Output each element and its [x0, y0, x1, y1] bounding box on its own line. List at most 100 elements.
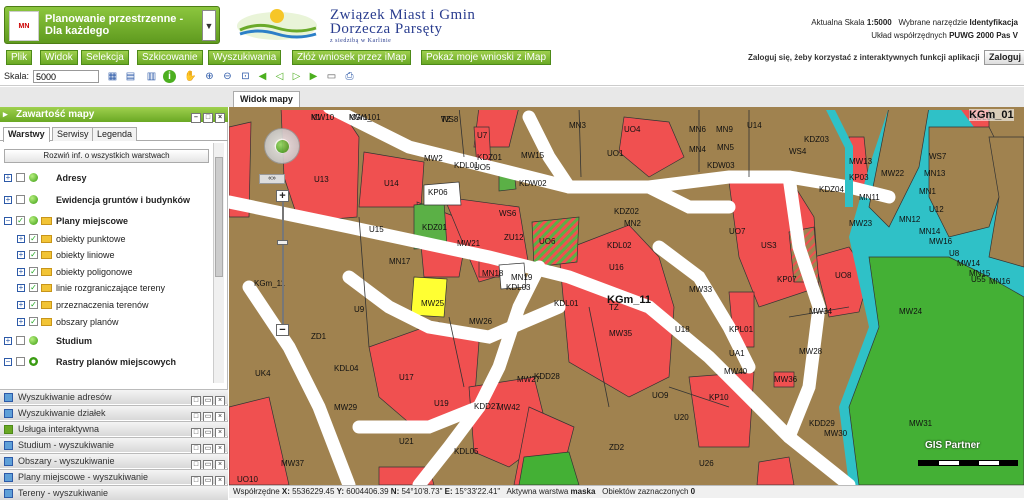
tab-legenda[interactable]: Legenda [92, 127, 138, 141]
layer-obiekty-punktowe[interactable]: + ✓ obiekty punktowe [0, 231, 212, 247]
search-icon [4, 441, 13, 450]
pan-control[interactable] [264, 128, 300, 164]
chevron-down-icon[interactable]: ▼ [202, 10, 216, 41]
zoom-out-button[interactable]: − [276, 324, 289, 336]
layers-scrollbar[interactable] [213, 143, 224, 383]
close-icon[interactable]: × [215, 113, 225, 123]
layer-checkbox[interactable]: ✓ [29, 267, 38, 276]
menu-selekcja[interactable]: Selekcja [81, 50, 129, 65]
layer-checkbox[interactable]: ✓ [29, 300, 38, 309]
zoom-out-icon[interactable]: ⊖ [221, 70, 234, 83]
scrollbar-thumb[interactable] [215, 157, 223, 277]
zoom-rail[interactable] [282, 202, 284, 326]
active-layer-value: maska [570, 487, 596, 496]
active-layer-label: Aktywna warstwa [506, 487, 569, 496]
layer-checkbox[interactable]: ✓ [29, 234, 38, 243]
full-extent-icon[interactable]: ▦ [106, 70, 119, 83]
layer-obiekty-poligonowe[interactable]: + ✓ obiekty poligonowe [0, 264, 212, 280]
panel-studium-wyszukiwanie[interactable]: Studium - wyszukiwanie □ ▭ × [0, 437, 228, 454]
collapse-icon[interactable]: ▸ [3, 107, 8, 122]
layer-checkbox[interactable] [16, 357, 25, 366]
zoom-in-icon[interactable]: ⊕ [203, 70, 216, 83]
zoom-slider[interactable]: + − [276, 190, 290, 338]
expand-icon[interactable]: + [17, 284, 25, 292]
tab-serwisy[interactable]: Serwisy [52, 127, 94, 141]
layer-checkbox[interactable] [16, 336, 25, 345]
layer-label: obszary planów [56, 317, 119, 327]
pan-hand-icon[interactable]: ✋ [184, 70, 197, 83]
collapse-icon[interactable]: − [4, 217, 12, 225]
layer-ewidencja[interactable]: + Ewidencja gruntów i budynków [0, 192, 212, 208]
layer-checkbox[interactable] [16, 195, 25, 204]
expand-icon[interactable]: + [4, 174, 12, 182]
expand-icon[interactable]: + [17, 251, 25, 259]
collapse-icon[interactable]: − [4, 358, 12, 366]
menu-widok[interactable]: Widok [40, 50, 78, 65]
layers-icon[interactable]: ▥ [145, 70, 158, 83]
menu-pokaz-wnioski[interactable]: Pokaż moje wnioski z iMap [421, 50, 552, 65]
map-view-tab[interactable]: Widok mapy [233, 91, 300, 107]
layer-rastry[interactable]: − Rastry planów miejscowych [0, 354, 212, 370]
layer-checkbox[interactable]: ✓ [16, 216, 25, 225]
forward-arrow-icon[interactable]: ▶ [307, 70, 320, 83]
layer-checkbox[interactable]: ✓ [29, 250, 38, 259]
nav-toggle-icon[interactable]: «» [259, 174, 285, 184]
zone-label: MW13 [849, 157, 873, 166]
menu-szkicowanie[interactable]: Szkicowanie [137, 50, 203, 65]
search-icon [4, 473, 13, 482]
expand-icon[interactable]: + [17, 268, 25, 276]
zone-label: U18 [675, 325, 690, 334]
restore-icon[interactable]: □ [203, 113, 213, 123]
zoom-box-icon[interactable]: ⊡ [239, 70, 252, 83]
layer-obszary-planow[interactable]: + ✓ obszary planów [0, 314, 212, 330]
expand-icon[interactable]: + [17, 318, 25, 326]
expand-all-button[interactable]: Rozwiń inf. o wszystkich warstwach [4, 149, 209, 163]
layer-checkbox[interactable] [16, 173, 25, 182]
panel-usluga-interaktywna[interactable]: Usługa interaktywna □ ▭ × [0, 421, 228, 438]
layer-przeznaczenia[interactable]: + ✓ przeznaczenia terenów [0, 297, 212, 313]
panel-wyszukiwanie-dzialek[interactable]: Wyszukiwanie działek □ ▭ × [0, 405, 228, 422]
zoom-knob[interactable] [277, 240, 288, 245]
panel-wyszukiwanie-adresow[interactable]: Wyszukiwanie adresów □ ▭ × [0, 389, 228, 406]
expand-icon[interactable]: + [4, 337, 12, 345]
selected-tool-value: Identyfikacja [969, 18, 1018, 27]
back-arrow-icon[interactable]: ◀ [256, 70, 269, 83]
map-canvas[interactable]: MW10 MW11 TZ U7 MN3 UO4 MN6 MN9 U14 MW2 KDZ01 U13 U1… [229, 107, 1024, 485]
print-icon[interactable]: ⎙ [343, 70, 356, 83]
app-title: Planowanie przestrzenne - Dla każdego [45, 13, 184, 37]
zone-label: MN14 [919, 227, 941, 236]
layer-adresy[interactable]: + Adresy [0, 170, 212, 186]
expand-icon[interactable]: + [4, 196, 12, 204]
map-icon[interactable]: ▤ [124, 70, 137, 83]
header-info: Aktualna Skala 1:5000 Wybrane narzędzie … [811, 16, 1018, 42]
identify-icon[interactable]: i [163, 70, 176, 83]
tab-warstwy[interactable]: Warstwy [3, 127, 50, 142]
zone-label: MW42 [497, 403, 521, 412]
panel-plany-wyszukiwanie[interactable]: Plany miejscowe - wyszukiwanie □ ▭ × [0, 469, 228, 486]
zone-label: MW15 [521, 151, 545, 160]
globe-icon[interactable] [276, 140, 289, 153]
next-extent-icon[interactable]: ▷ [290, 70, 303, 83]
panel-obszary-wyszukiwanie[interactable]: Obszary - wyszukiwanie □ ▭ × [0, 453, 228, 470]
menu-zloz-wniosek[interactable]: Złóż wniosek przez iMap [292, 50, 412, 65]
menu-wyszukiwania[interactable]: Wyszukiwania [208, 50, 282, 65]
zone-label: UO4 [624, 125, 641, 134]
scale-input[interactable] [33, 70, 99, 83]
measure-icon[interactable]: ▭ [325, 70, 338, 83]
layer-obiekty-liniowe[interactable]: + ✓ obiekty liniowe [0, 247, 212, 263]
layer-checkbox[interactable]: ✓ [29, 317, 38, 326]
zone-label: MW16 [929, 237, 953, 246]
prev-extent-icon[interactable]: ◁ [273, 70, 286, 83]
layer-plany-miejscowe[interactable]: − ✓ Plany miejscowe [0, 213, 212, 229]
zoom-in-button[interactable]: + [276, 190, 289, 202]
login-button[interactable]: Zaloguj [984, 50, 1024, 65]
menu-plik[interactable]: Plik [6, 50, 33, 65]
app-selector[interactable]: MN Planowanie przestrzenne - Dla każdego… [4, 6, 220, 44]
layer-checkbox[interactable]: ✓ [29, 283, 38, 292]
expand-icon[interactable]: + [17, 235, 25, 243]
zone-label: U16 [609, 263, 624, 272]
minimize-icon[interactable]: – [191, 113, 201, 123]
layer-linie-rozgraniczajace[interactable]: + ✓ linie rozgraniczające tereny [0, 280, 212, 296]
layer-studium[interactable]: + Studium [0, 333, 212, 349]
expand-icon[interactable]: + [17, 301, 25, 309]
